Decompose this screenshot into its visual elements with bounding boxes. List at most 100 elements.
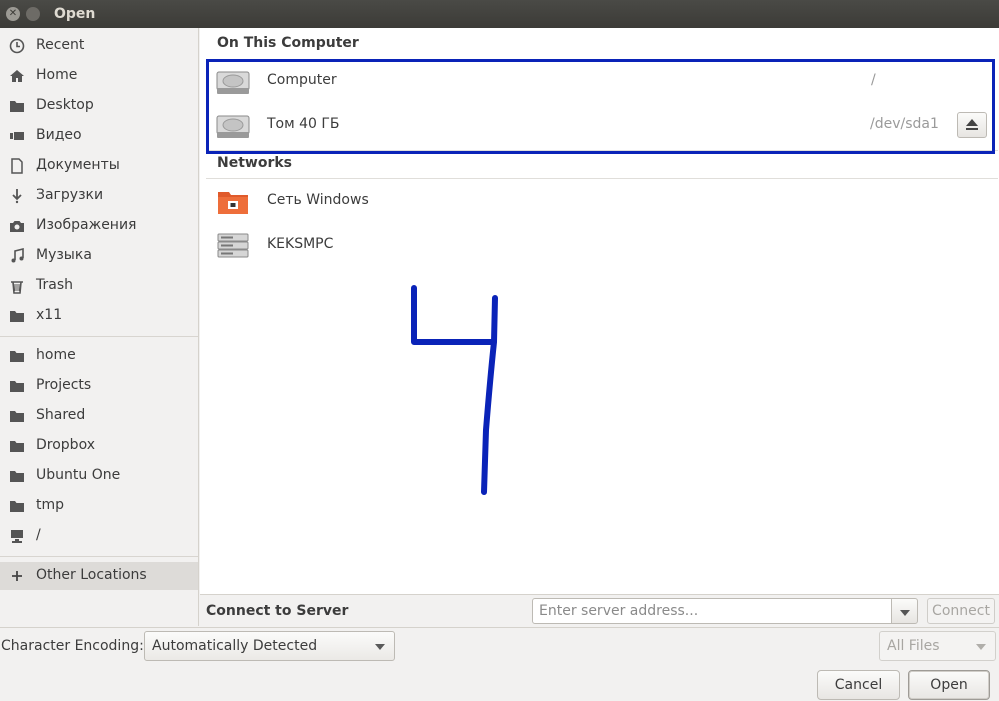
harddisk-icon [216,115,250,138]
sidebar-item-label: x11 [36,307,63,323]
sidebar-item-trash[interactable]: Trash [0,272,198,300]
folder-icon [10,441,24,452]
section-separator [206,150,998,151]
character-encoding-label: Character Encoding: [1,638,144,654]
sidebar-separator [0,556,198,557]
folder-icon [10,411,24,422]
sidebar-item-label: Recent [36,37,85,53]
computer-icon [11,530,23,543]
home-icon [10,70,24,82]
sidebar-item-home[interactable]: Home [0,62,198,90]
sidebar-item-label: Dropbox [36,437,95,453]
location-row-volume-40gb[interactable]: Том 40 ГБ /dev/sda1 [206,104,992,148]
sidebar-item-label: Изображения [36,217,137,233]
sidebar-item-label: Home [36,67,78,83]
chevron-down-icon [375,644,385,650]
section-heading-networks: Networks [217,155,293,171]
music-icon [11,248,24,263]
location-name: Computer [267,72,337,88]
eject-icon [966,119,978,130]
connect-button[interactable]: Connect [927,598,995,624]
video-icon [10,132,24,140]
plus-icon [12,571,22,581]
location-row-computer[interactable]: Computer / [206,60,992,104]
window-title: Open [54,6,96,22]
sidebar-item-tmp[interactable]: tmp [0,492,198,520]
places-sidebar: Recent Home Desktop Видео Документы Загр… [0,28,199,626]
location-row-windows-network[interactable]: Сеть Windows [206,180,992,224]
server-icon [217,233,249,258]
sidebar-item-label: home [36,347,76,363]
folder-icon [10,101,24,112]
clock-icon [9,38,25,54]
sidebar-item-shared[interactable]: Shared [0,402,198,430]
sidebar-item-label: Shared [36,407,86,423]
connect-to-server-label: Connect to Server [206,603,349,619]
sidebar-item-label: / [36,527,41,543]
dialog-actions: Cancel Open [0,664,999,701]
section-separator [206,178,998,179]
sidebar-item-label: Projects [36,377,92,393]
sidebar-separator [0,336,198,337]
location-path: /dev/sda1 [870,116,939,132]
eject-button[interactable] [957,112,987,138]
locations-view: On This Computer Computer / Том 40 ГБ /d… [200,28,999,594]
connect-to-server-bar: Connect to Server Connect [200,594,999,627]
sidebar-item-label: Other Locations [36,567,147,583]
folder-icon [10,311,24,322]
open-button[interactable]: Open [908,670,990,700]
harddisk-icon [216,71,250,94]
chevron-down-icon [900,610,910,616]
sidebar-item-label: Документы [36,157,120,173]
character-encoding-select[interactable]: Automatically Detected [144,631,395,661]
sidebar-item-label: Загрузки [36,187,104,203]
location-name: Сеть Windows [267,192,369,208]
sidebar-item-label: Desktop [36,97,94,113]
location-path: / [871,72,876,88]
folder-icon [10,501,24,512]
sidebar-item-downloads[interactable]: Загрузки [0,182,198,210]
location-name: KEKSMPC [267,236,334,252]
camera-icon [10,221,24,232]
cancel-button[interactable]: Cancel [817,670,900,700]
server-address-input[interactable] [532,598,892,624]
sidebar-item-label: Ubuntu One [36,467,121,483]
sidebar-item-recent[interactable]: Recent [0,32,198,60]
sidebar-item-other-locations[interactable]: Other Locations [0,562,198,590]
sidebar-item-label: Trash [36,277,73,293]
file-filter-select[interactable]: All Files [879,631,996,661]
chevron-down-icon [976,644,986,650]
maximize-window-button[interactable] [26,7,40,21]
sidebar-item-dropbox[interactable]: Dropbox [0,432,198,460]
sidebar-item-x11[interactable]: x11 [0,302,198,330]
window-titlebar: ✕ Open [0,0,999,28]
encoding-bar: Character Encoding: Automatically Detect… [0,627,999,664]
sidebar-item-pictures[interactable]: Изображения [0,212,198,240]
folder-icon [10,381,24,392]
network-folder-icon [218,192,248,214]
location-row-keksmpc[interactable]: KEKSMPC [206,224,992,268]
folder-icon [10,471,24,482]
sidebar-item-projects[interactable]: Projects [0,372,198,400]
selected-filter: All Files [887,638,940,654]
section-heading-on-this-computer: On This Computer [217,35,359,51]
location-name: Том 40 ГБ [267,116,340,132]
sidebar-item-video[interactable]: Видео [0,122,198,150]
sidebar-item-root[interactable]: / [0,522,198,550]
close-window-button[interactable]: ✕ [6,7,20,21]
selected-encoding: Automatically Detected [152,638,318,654]
sidebar-item-desktop[interactable]: Desktop [0,92,198,120]
sidebar-item-ubuntu-one[interactable]: Ubuntu One [0,462,198,490]
sidebar-item-label: Музыка [36,247,92,263]
sidebar-item-music[interactable]: Музыка [0,242,198,270]
server-history-dropdown-button[interactable] [891,598,918,624]
close-icon: ✕ [8,8,18,19]
trash-icon [11,281,23,294]
sidebar-item-label: Видео [36,127,82,143]
folder-icon [10,351,24,362]
document-icon [11,158,23,174]
sidebar-item-documents[interactable]: Документы [0,152,198,180]
sidebar-item-label: tmp [36,497,65,513]
download-icon [12,189,22,204]
sidebar-item-home-bookmark[interactable]: home [0,342,198,370]
